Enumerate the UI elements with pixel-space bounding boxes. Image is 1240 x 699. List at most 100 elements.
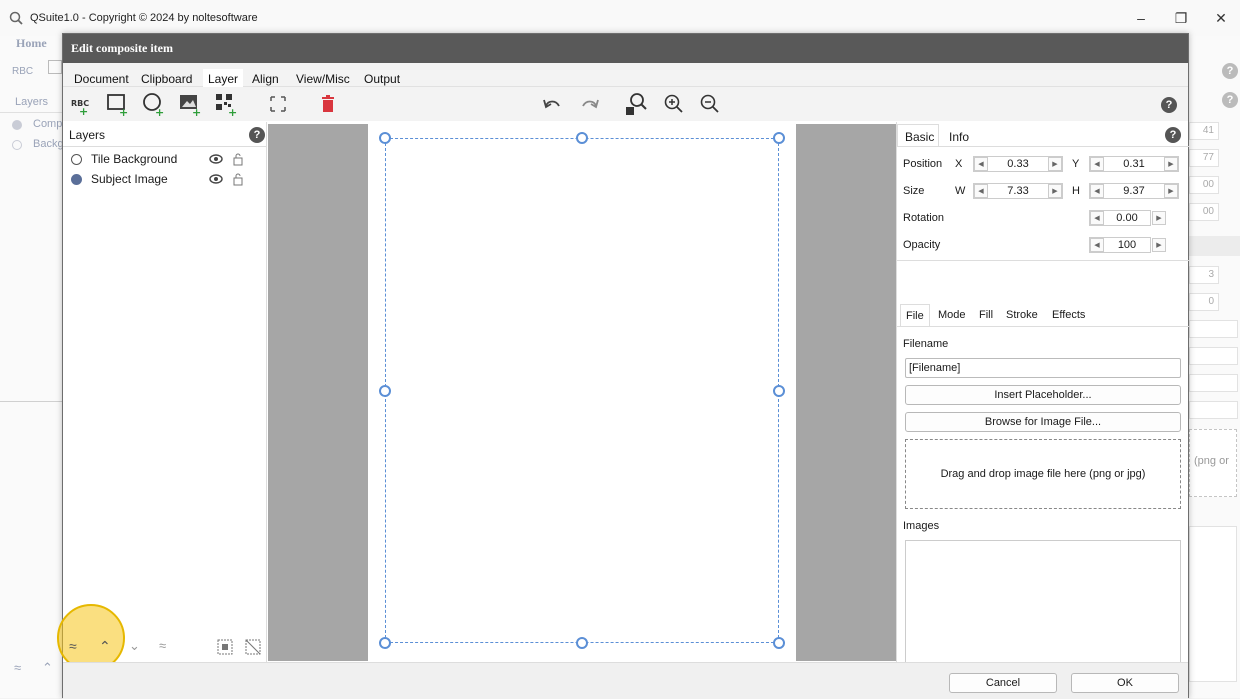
tab-clipboard[interactable]: Clipboard [136,69,197,89]
image-dropzone[interactable]: Drag and drop image file here (png or jp… [905,439,1181,509]
zoom-in-icon[interactable] [661,91,687,117]
fit-to-page-icon[interactable] [265,91,291,117]
tab-info[interactable]: Info [949,130,969,144]
eye-icon[interactable] [209,154,223,164]
layer-radio[interactable] [71,174,82,185]
rotation-spinner[interactable]: ◀ 0.00 [1089,210,1151,226]
resize-handle-sw[interactable] [379,637,391,649]
rotation-spinner-right[interactable]: ▶ [1152,210,1179,226]
opacity-spinner[interactable]: ◀ 100 [1089,237,1151,253]
layer-radio[interactable] [71,154,82,165]
tab-basic[interactable]: Basic [905,130,934,144]
cancel-button[interactable]: Cancel [949,673,1057,693]
decrement-arrow-icon[interactable]: ◀ [974,184,988,198]
divider [0,112,62,113]
browse-image-button[interactable]: Browse for Image File... [905,412,1181,432]
zoom-fit-icon[interactable] [623,91,649,117]
resize-handle-s[interactable] [576,637,588,649]
bg-field [1189,347,1238,365]
size-w-spinner[interactable]: ◀ 7.33 ▶ [973,183,1063,199]
decrement-arrow-icon[interactable]: ◀ [974,157,988,171]
size-w-value[interactable]: 7.33 [988,185,1048,197]
increment-arrow-icon[interactable]: ▶ [1152,238,1166,252]
add-image-icon[interactable]: + [177,91,203,117]
position-y-spinner[interactable]: ◀ 0.31 ▶ [1089,156,1179,172]
undo-icon[interactable] [539,91,565,117]
eye-icon[interactable] [209,174,223,184]
resize-handle-n[interactable] [576,132,588,144]
move-up-icon[interactable]: ⌃ [99,638,111,655]
resize-handle-ne[interactable] [773,132,785,144]
resize-handle-nw[interactable] [379,132,391,144]
home-tab[interactable]: Home [16,36,47,51]
selection-box[interactable] [385,138,779,643]
resize-handle-e[interactable] [773,385,785,397]
layer-row[interactable]: Tile Background [69,150,259,168]
position-x-value[interactable]: 0.33 [988,158,1048,170]
restore-button[interactable]: ❐ [1166,6,1196,30]
increment-arrow-icon[interactable]: ▶ [1048,184,1062,198]
delete-icon[interactable] [315,91,341,117]
size-h-value[interactable]: 9.37 [1104,185,1164,197]
tab-view-misc[interactable]: View/Misc [291,69,355,89]
increment-arrow-icon[interactable]: ▶ [1164,157,1178,171]
move-to-bottom-icon[interactable]: ≈ [159,638,166,653]
subtab-effects[interactable]: Effects [1047,304,1090,326]
h-label: H [1072,185,1080,197]
decrement-arrow-icon[interactable]: ◀ [1090,184,1104,198]
bg-field: 77 [1189,149,1219,167]
ok-button[interactable]: OK [1071,673,1179,693]
ungroup-icon[interactable] [245,639,261,655]
layer-row[interactable]: Subject Image [69,170,259,188]
help-icon[interactable]: ? [1161,97,1177,113]
rotation-value[interactable]: 0.00 [1104,212,1150,224]
insert-placeholder-button[interactable]: Insert Placeholder... [905,385,1181,405]
filename-input[interactable]: [Filename] [905,358,1181,378]
y-label: Y [1072,158,1080,170]
bg-field: 41 [1189,122,1219,140]
add-ellipse-icon[interactable]: + [141,91,167,117]
page-canvas[interactable] [368,124,796,661]
tab-align[interactable]: Align [247,69,284,89]
tab-document[interactable]: Document [69,69,134,89]
resize-handle-w[interactable] [379,385,391,397]
canvas-area[interactable] [268,124,896,661]
move-down-icon[interactable]: ⌄ [129,638,140,654]
props-help-icon[interactable]: ? [1165,127,1181,143]
group-icon[interactable] [217,639,233,655]
opacity-value[interactable]: 100 [1104,239,1150,251]
increment-arrow-icon[interactable]: ▶ [1048,157,1062,171]
layers-tab[interactable]: Layers [69,128,105,142]
size-h-spinner[interactable]: ◀ 9.37 ▶ [1089,183,1179,199]
add-rectangle-icon[interactable]: + [105,91,131,117]
decrement-arrow-icon[interactable]: ◀ [1090,211,1104,225]
position-y-value[interactable]: 0.31 [1104,158,1164,170]
subtab-mode[interactable]: Mode [933,304,971,326]
tab-output[interactable]: Output [359,69,405,89]
subtab-fill[interactable]: Fill [974,304,998,326]
add-qr-code-icon[interactable]: + [213,91,239,117]
add-text-icon[interactable]: RBC + [69,91,95,117]
divider [897,260,1189,261]
close-button[interactable]: ✕ [1206,6,1236,30]
increment-arrow-icon[interactable]: ▶ [1152,211,1166,225]
bg-help-icon: ? [1222,63,1238,79]
layers-help-icon[interactable]: ? [249,127,265,143]
decrement-arrow-icon[interactable]: ◀ [1090,157,1104,171]
move-to-top-icon[interactable]: ≈ [69,638,77,654]
tab-layer[interactable]: Layer [203,69,244,89]
redo-icon[interactable] [577,91,603,117]
bg-dropzone: (png or [1189,429,1237,497]
lock-icon[interactable] [232,172,244,186]
opacity-spinner-right[interactable]: ▶ [1152,237,1179,253]
zoom-out-icon[interactable] [697,91,723,117]
position-x-spinner[interactable]: ◀ 0.33 ▶ [973,156,1063,172]
subtab-file[interactable]: File [900,304,930,326]
minimize-button[interactable]: – [1126,6,1156,30]
properties-panel: Basic Info ? Position X ◀ 0.33 ▶ Y ◀ 0.31 ▶ … [896,122,1189,688]
subtab-stroke[interactable]: Stroke [1001,304,1043,326]
resize-handle-se[interactable] [773,637,785,649]
increment-arrow-icon[interactable]: ▶ [1164,184,1178,198]
lock-icon[interactable] [232,152,244,166]
decrement-arrow-icon[interactable]: ◀ [1090,238,1104,252]
